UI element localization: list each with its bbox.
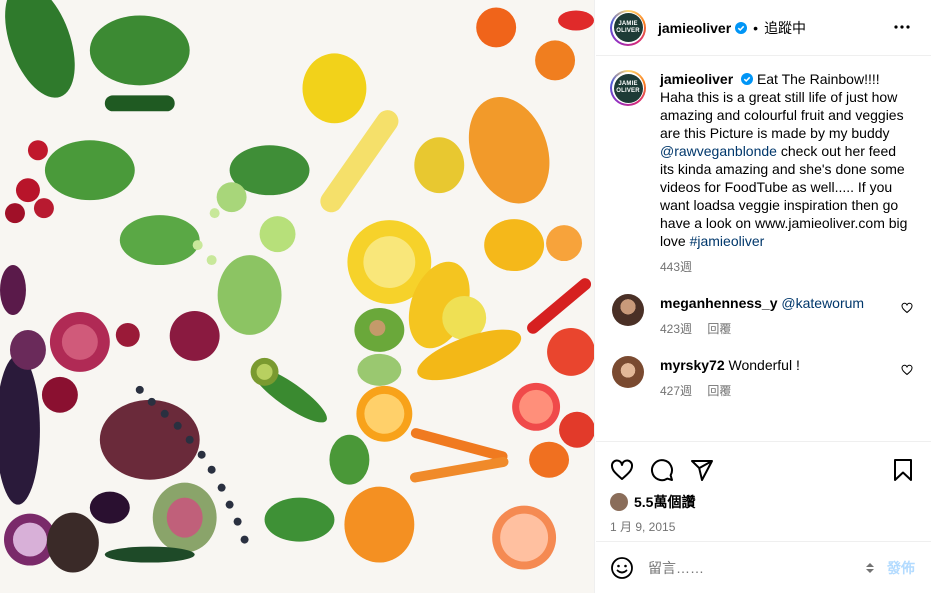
comment-input[interactable] <box>648 559 863 576</box>
caption-age[interactable]: 443週 <box>660 258 910 276</box>
caption-username[interactable]: jamieoliver <box>660 71 733 87</box>
reply-button[interactable]: 回覆 <box>707 384 731 398</box>
jamie-oliver-logo: JAMIE OLIVER <box>613 13 643 42</box>
caption-body: jamieoliver Eat The Rainbow!!!! Haha thi… <box>660 70 910 276</box>
likes-summary[interactable]: 5.5萬個讚 <box>610 492 915 512</box>
commenter-username[interactable]: myrsky72 <box>660 357 725 373</box>
commenter-avatar[interactable] <box>612 356 644 388</box>
post-side-panel: JAMIE OLIVER jamieoliver • 追蹤中 JAMIE OLI… <box>596 0 931 593</box>
post-actions: 5.5萬個讚 1 月 9, 2015 <box>596 441 931 541</box>
author-username[interactable]: jamieoliver <box>658 20 731 36</box>
caption-hashtag-link[interactable]: #jamieoliver <box>690 233 765 249</box>
share-send-icon[interactable] <box>690 458 714 482</box>
comment-age[interactable]: 423週 <box>660 322 692 336</box>
comment-item: meganhenness_y @kateworum 423週 回覆 <box>610 294 917 338</box>
caption-author-avatar[interactable]: JAMIE OLIVER <box>610 70 646 106</box>
sort-arrows-icon[interactable] <box>863 561 877 575</box>
post-photo[interactable] <box>0 0 595 593</box>
like-comment-heart-icon[interactable] <box>901 302 913 314</box>
author-avatar[interactable]: JAMIE OLIVER <box>610 9 646 46</box>
comment-item: myrsky72 Wonderful ! 427週 回覆 <box>610 356 917 400</box>
likes-count[interactable]: 5.5萬個讚 <box>634 492 695 512</box>
caption: JAMIE OLIVER jamieoliver Eat The Rainbow… <box>610 70 917 276</box>
post-header: JAMIE OLIVER jamieoliver • 追蹤中 <box>596 0 931 56</box>
post-comment-button[interactable]: 發佈 <box>887 558 915 578</box>
comment-age[interactable]: 427週 <box>660 384 692 398</box>
emoji-icon[interactable] <box>610 556 634 580</box>
more-options-icon[interactable] <box>893 18 911 36</box>
comment-composer: 發佈 <box>596 541 931 593</box>
save-bookmark-icon[interactable] <box>891 458 915 482</box>
comment-bubble-icon[interactable] <box>650 458 674 482</box>
liker-avatar <box>610 493 628 511</box>
post-date[interactable]: 1 月 9, 2015 <box>610 518 915 535</box>
post-image <box>0 0 594 593</box>
commenter-username[interactable]: meganhenness_y <box>660 295 778 311</box>
comment-text: Wonderful ! <box>728 357 800 373</box>
like-heart-icon[interactable] <box>610 458 634 482</box>
reply-button[interactable]: 回覆 <box>707 322 731 336</box>
following-button[interactable]: 追蹤中 <box>764 18 806 38</box>
verified-badge-icon <box>735 21 748 34</box>
jamie-oliver-logo: JAMIE OLIVER <box>613 73 643 103</box>
comments-section[interactable]: JAMIE OLIVER jamieoliver Eat The Rainbow… <box>596 56 931 441</box>
like-comment-heart-icon[interactable] <box>901 364 913 376</box>
verified-badge-icon <box>741 73 754 85</box>
comment-text[interactable]: @kateworum <box>781 295 864 311</box>
caption-mention-link[interactable]: @rawveganblonde <box>660 143 777 159</box>
commenter-avatar[interactable] <box>612 294 644 326</box>
separator-dot: • <box>753 19 759 36</box>
